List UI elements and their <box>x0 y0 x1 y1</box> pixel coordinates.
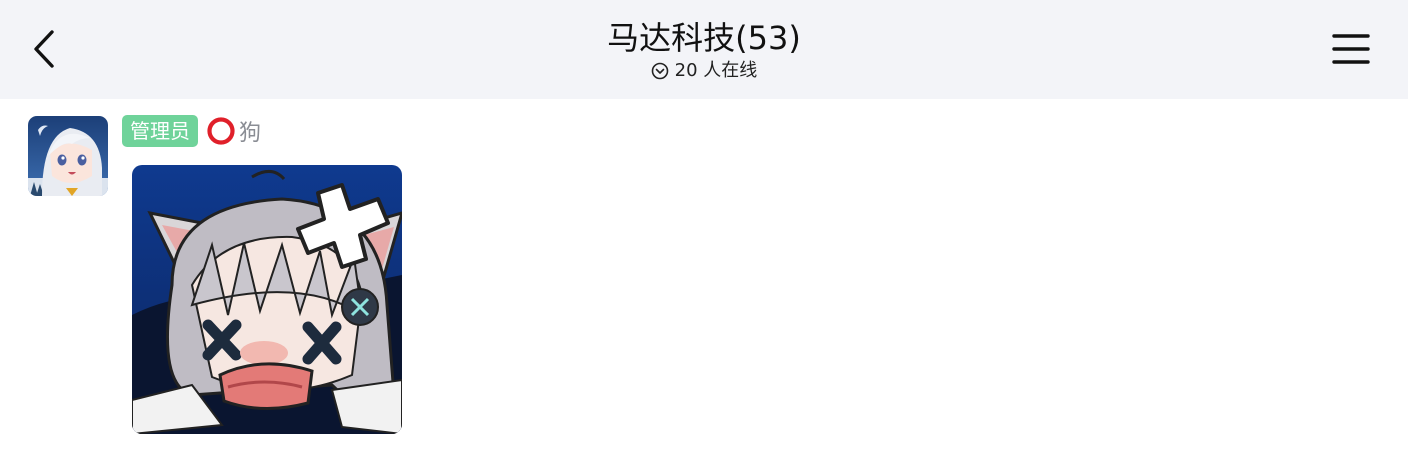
chat-message: 管理员 狗 <box>0 99 1408 454</box>
chevron-left-icon <box>34 30 54 68</box>
cat-girl-sticker <box>132 165 402 434</box>
hamburger-menu-icon <box>1332 34 1370 64</box>
online-count: 20 人在线 <box>674 60 758 81</box>
group-title: 马达科技(53) <box>607 19 801 57</box>
sender-name: 狗 <box>239 121 262 146</box>
anime-avatar <box>28 116 108 196</box>
chat-header: 马达科技(53) 20 人在线 <box>0 0 1408 99</box>
sender-avatar[interactable] <box>28 116 108 196</box>
sender-name-wrap[interactable]: 狗 <box>206 115 261 147</box>
chevron-down-circle-icon <box>651 62 668 80</box>
red-circle-icon <box>207 117 235 145</box>
online-status: 20 人在线 <box>454 60 954 82</box>
title-area[interactable]: 马达科技(53) 20 人在线 <box>454 14 954 82</box>
sticker-image[interactable] <box>132 165 402 434</box>
message-meta: 管理员 狗 <box>122 114 261 148</box>
menu-button[interactable] <box>1326 28 1376 70</box>
role-badge: 管理员 <box>122 115 198 147</box>
back-button[interactable] <box>24 26 64 72</box>
